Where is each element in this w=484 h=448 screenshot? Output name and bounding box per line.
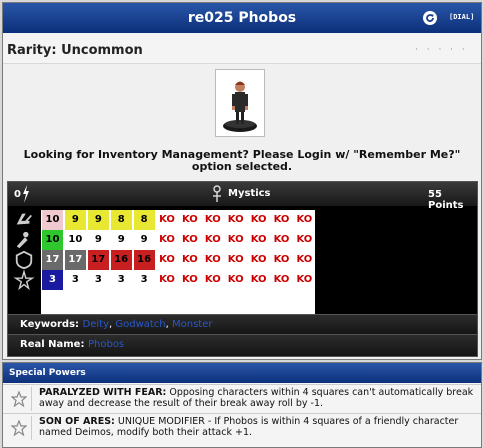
dial-cell[interactable]: KO (248, 250, 270, 270)
dial-cell[interactable]: KO (156, 270, 178, 290)
speed-icon[interactable] (12, 210, 36, 230)
dial-cell[interactable]: KO (225, 250, 247, 270)
real-name-bar: Real Name: Phobos (8, 334, 477, 356)
point-cost-prefix: 0 (14, 189, 21, 200)
power-name: PARALYZED WITH FEAR: (39, 387, 167, 398)
dial-cell[interactable]: KO (271, 270, 292, 290)
dial-cell[interactable]: KO (248, 230, 270, 250)
defense-icon[interactable] (12, 250, 36, 270)
dial-cell[interactable]: KO (202, 210, 224, 230)
dial-cell[interactable]: KO (156, 210, 178, 230)
dial-link[interactable]: [DIAL] (449, 13, 474, 21)
dial-cell[interactable]: 3 (133, 270, 155, 290)
power-text: PARALYZED WITH FEAR: Opposing characters… (39, 387, 475, 409)
dial-cell[interactable]: 9 (87, 230, 109, 250)
page-title: re025 Phobos (187, 10, 297, 26)
power-star-icon (7, 387, 32, 411)
dial-cell[interactable]: KO (179, 210, 201, 230)
power-star-icon (7, 416, 32, 440)
rarity-label: Rarity: Uncommon (7, 43, 143, 58)
keyword-link[interactable]: Monster (172, 319, 212, 330)
bolt-icon (23, 185, 29, 203)
dial-header: 0 Mystics 55 Points (8, 182, 477, 211)
dial-cell[interactable]: 17 (42, 250, 63, 270)
dial-row-attack: 10 10 9 9 9 KO KO KO KO KO KO KO (11, 230, 315, 250)
real-name-label: Real Name: (20, 339, 85, 350)
point-value: 55 Points (428, 189, 464, 211)
dial-cell[interactable]: KO (271, 250, 292, 270)
rating-dots: · · · · · (415, 45, 468, 55)
dial-cell[interactable]: KO (179, 270, 201, 290)
dial-cell[interactable]: KO (225, 230, 247, 250)
dial-cell[interactable]: KO (293, 250, 315, 270)
dial-row-damage: 3 3 3 3 3 KO KO KO KO KO KO KO (11, 269, 315, 291)
dial-cell[interactable]: 9 (87, 210, 109, 230)
dial-cell[interactable]: KO (248, 270, 270, 290)
special-power-row: SON OF ARES: UNIQUE MODIFIER - If Phobos… (3, 413, 481, 442)
damage-icon[interactable] (12, 269, 36, 291)
dial-cell[interactable]: KO (225, 210, 247, 230)
flip-dial-icon[interactable] (423, 11, 437, 25)
keywords-bar: Keywords: Deity, Godwatch, Monster (8, 314, 477, 335)
dial-cell[interactable]: KO (202, 250, 224, 270)
rarity-bar: Rarity: Uncommon · · · · · (3, 33, 481, 64)
combat-dial: 0 Mystics 55 Points 10 9 9 8 8 KO KO KO KO KO KO KO… (7, 181, 478, 357)
keyword-link[interactable]: Godwatch (115, 319, 165, 330)
dial-cell[interactable]: KO (271, 230, 292, 250)
title-bar: re025 Phobos [DIAL] (3, 3, 481, 33)
inventory-notice: Looking for Inventory Management? Please… (23, 148, 461, 173)
keyword-link[interactable]: Deity (83, 319, 109, 330)
special-power-row: PARALYZED WITH FEAR: Opposing characters… (3, 384, 481, 413)
attack-icon[interactable] (12, 230, 36, 250)
dial-cell[interactable]: 3 (64, 270, 86, 290)
keywords-label: Keywords: (20, 319, 80, 330)
dial-cell[interactable]: 9 (64, 210, 86, 230)
dial-cell[interactable]: 3 (110, 270, 132, 290)
mystics-team-icon (213, 185, 221, 202)
power-text: SON OF ARES: UNIQUE MODIFIER - If Phobos… (39, 416, 475, 438)
dial-row-speed: 10 9 9 8 8 KO KO KO KO KO KO KO (11, 210, 315, 230)
dial-cell[interactable]: KO (225, 270, 247, 290)
dial-row-defense: 17 17 17 16 16 KO KO KO KO KO KO KO (11, 250, 315, 270)
special-powers-title: Special Powers (9, 368, 86, 378)
dial-cell[interactable]: 16 (133, 250, 155, 270)
special-powers-panel: Special Powers PARALYZED WITH FEAR: Oppo… (2, 362, 482, 448)
team-name: Mystics (228, 188, 271, 199)
dial-cell[interactable]: 9 (110, 230, 132, 250)
dial-cell[interactable]: KO (202, 270, 224, 290)
dial-cell[interactable]: 8 (110, 210, 132, 230)
dial-cell[interactable]: 3 (87, 270, 109, 290)
dial-cell[interactable]: KO (271, 210, 292, 230)
dial-cell[interactable]: 9 (133, 230, 155, 250)
dial-cell[interactable]: 10 (42, 210, 63, 230)
dial-cell[interactable]: KO (156, 230, 178, 250)
dial-cell[interactable]: KO (179, 230, 201, 250)
dial-cell[interactable]: KO (293, 230, 315, 250)
dial-cell[interactable]: KO (293, 210, 315, 230)
dial-cell[interactable]: KO (202, 230, 224, 250)
dial-cell[interactable]: 17 (87, 250, 109, 270)
dial-cell[interactable]: KO (293, 270, 315, 290)
dial-cell[interactable]: 10 (42, 230, 63, 250)
figure-image (215, 69, 265, 137)
power-name: SON OF ARES: (39, 416, 115, 427)
dial-cell[interactable]: KO (179, 250, 201, 270)
dial-cell[interactable]: 17 (64, 250, 86, 270)
dial-cell[interactable]: 3 (42, 270, 63, 290)
dial-cell[interactable]: KO (156, 250, 178, 270)
dial-cell[interactable]: 10 (64, 230, 86, 250)
dial-cell[interactable]: KO (248, 210, 270, 230)
dial-cell[interactable]: 16 (110, 250, 132, 270)
figure-panel: re025 Phobos [DIAL] Rarity: Uncommon · ·… (2, 2, 482, 360)
special-powers-header: Special Powers (3, 363, 481, 383)
real-name-link[interactable]: Phobos (88, 339, 124, 350)
dial-cell[interactable]: 8 (133, 210, 155, 230)
figure-miniature-icon (223, 81, 257, 132)
